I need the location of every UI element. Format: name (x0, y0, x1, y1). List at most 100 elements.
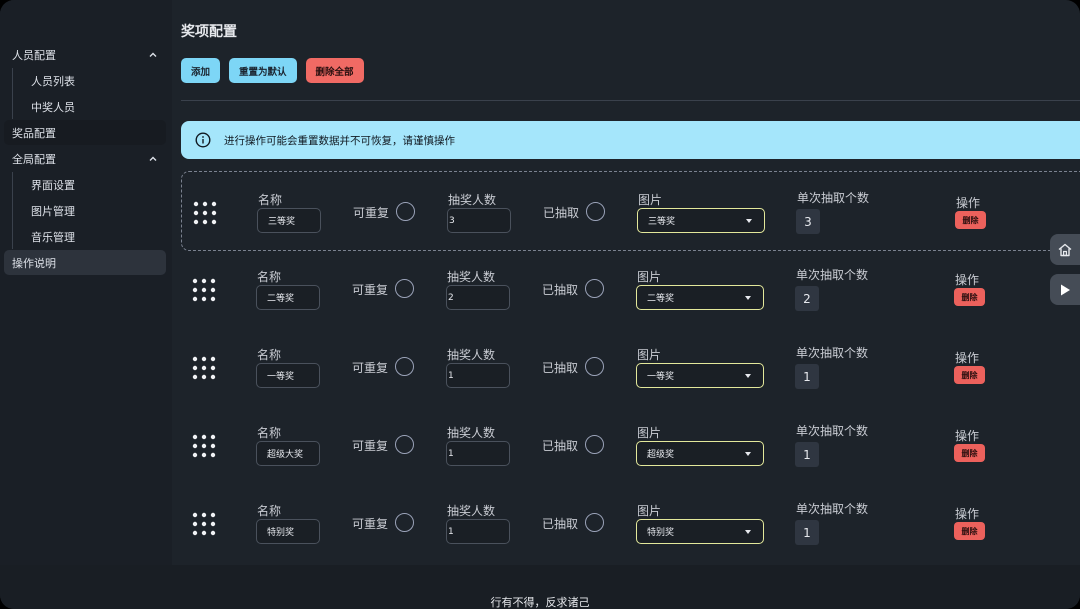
image-select-value: 三等奖 (648, 217, 676, 227)
caret-down-icon (745, 296, 751, 300)
drawn-radio[interactable] (585, 513, 604, 532)
image-select[interactable]: 三等奖 (637, 208, 765, 233)
sidebar-item-winners[interactable]: 中奖人员 (13, 94, 172, 119)
drag-handle-icon[interactable] (191, 433, 217, 459)
actions-label: 操作 (955, 429, 980, 443)
prize-name-input[interactable]: 特别奖 (256, 519, 320, 544)
caret-down-icon (745, 530, 751, 534)
sidebar-group-label: 人员配置 (12, 48, 56, 62)
delete-button[interactable]: 删除 (955, 211, 986, 229)
home-button[interactable] (1050, 234, 1080, 265)
drag-handle-icon[interactable] (191, 355, 217, 381)
per-draw-value: 2 (795, 286, 819, 311)
image-select[interactable]: 超级奖 (636, 441, 764, 466)
sidebar-group-personnel[interactable]: 人员配置 (4, 42, 166, 67)
sidebar-group-label: 全局配置 (12, 152, 56, 166)
per-draw-label: 单次抽取个数 (797, 191, 870, 205)
image-select[interactable]: 一等奖 (636, 363, 764, 388)
prize-name-input[interactable]: 三等奖 (257, 208, 321, 233)
repeatable-radio[interactable] (396, 202, 415, 221)
alert-text: 进行操作可能会重置数据并不可恢复，请谨慎操作 (224, 134, 455, 147)
draw-count-label: 抽奖人数 (447, 504, 496, 518)
name-label: 名称 (257, 426, 282, 440)
per-draw-label: 单次抽取个数 (796, 424, 869, 438)
per-draw-value: 3 (796, 209, 820, 234)
repeatable-radio[interactable] (395, 279, 414, 298)
app-window: 人员配置 人员列表 中奖人员 奖品配置 全局配置 界面设置 图片管理 音乐管理 … (0, 0, 1080, 609)
draw-count-label: 抽奖人数 (447, 426, 496, 440)
delete-button[interactable]: 删除 (954, 366, 985, 384)
page-title: 奖项配置 (181, 24, 237, 40)
drawn-radio[interactable] (586, 202, 605, 221)
prize-list: 名称 三等奖 可重复 抽奖人数 3 已抽取 图片 三等奖 单次抽取个数 3 操作… (181, 171, 1080, 561)
sidebar-item-music-management[interactable]: 音乐管理 (13, 224, 172, 249)
draw-count-input[interactable]: 1 (446, 519, 510, 544)
draw-count-input[interactable]: 1 (446, 441, 510, 466)
home-icon (1058, 243, 1072, 256)
sidebar-item-ui-settings[interactable]: 界面设置 (13, 172, 172, 197)
image-select-value: 一等奖 (647, 372, 675, 382)
chevron-up-icon (149, 52, 157, 57)
image-select-value: 超级奖 (647, 450, 675, 460)
repeatable-label: 可重复 (352, 283, 389, 297)
draw-count-input[interactable]: 2 (446, 285, 510, 310)
drag-handle-icon[interactable] (191, 277, 217, 303)
per-draw-label: 单次抽取个数 (796, 346, 869, 360)
prize-name-input[interactable]: 超级大奖 (256, 441, 320, 466)
draw-count-label: 抽奖人数 (448, 193, 497, 207)
delete-button[interactable]: 删除 (954, 288, 985, 306)
sidebar-item-person-list[interactable]: 人员列表 (13, 68, 172, 93)
name-label: 名称 (257, 504, 282, 518)
drawn-label: 已抽取 (542, 439, 579, 453)
drawn-radio[interactable] (585, 279, 604, 298)
image-label: 图片 (637, 504, 662, 518)
delete-all-button[interactable]: 删除全部 (305, 58, 364, 83)
prize-name-input[interactable]: 二等奖 (256, 285, 320, 310)
prize-row: 名称 二等奖 可重复 抽奖人数 2 已抽取 图片 二等奖 单次抽取个数 2 操作… (181, 249, 1080, 329)
prize-row: 名称 超级大奖 可重复 抽奖人数 1 已抽取 图片 超级奖 单次抽取个数 1 操… (181, 405, 1080, 485)
drawn-label: 已抽取 (543, 206, 580, 220)
repeatable-radio[interactable] (395, 435, 414, 454)
sidebar-item-image-management[interactable]: 图片管理 (13, 198, 172, 223)
image-select[interactable]: 二等奖 (636, 285, 764, 310)
play-button[interactable] (1050, 274, 1080, 305)
delete-button[interactable]: 删除 (954, 444, 985, 462)
name-label: 名称 (257, 270, 282, 284)
image-select-value: 特别奖 (647, 528, 675, 538)
repeatable-radio[interactable] (395, 357, 414, 376)
drag-handle-icon[interactable] (191, 511, 217, 537)
sidebar-item-prize-config[interactable]: 奖品配置 (4, 120, 166, 145)
prize-row: 名称 三等奖 可重复 抽奖人数 3 已抽取 图片 三等奖 单次抽取个数 3 操作… (181, 171, 1080, 251)
per-draw-value: 1 (795, 442, 819, 467)
image-select[interactable]: 特别奖 (636, 519, 764, 544)
repeatable-label: 可重复 (352, 361, 389, 375)
name-label: 名称 (258, 193, 283, 207)
prize-name-input[interactable]: 一等奖 (256, 363, 320, 388)
drag-handle-icon[interactable] (192, 200, 218, 226)
reset-default-button[interactable]: 重置为默认 (229, 58, 297, 83)
repeatable-label: 可重复 (352, 517, 389, 531)
draw-count-input[interactable]: 3 (447, 208, 511, 233)
sidebar: 人员配置 人员列表 中奖人员 奖品配置 全局配置 界面设置 图片管理 音乐管理 … (0, 0, 172, 565)
divider (181, 100, 1080, 101)
prize-row: 名称 特别奖 可重复 抽奖人数 1 已抽取 图片 特别奖 单次抽取个数 1 操作… (181, 483, 1080, 563)
draw-count-input[interactable]: 1 (446, 363, 510, 388)
per-draw-value: 1 (795, 364, 819, 389)
draw-count-label: 抽奖人数 (447, 270, 496, 284)
footer: 行有不得，反求诸己 (0, 565, 1080, 609)
toolbar: 添加 重置为默认 删除全部 (181, 58, 364, 83)
chevron-up-icon (149, 156, 157, 161)
drawn-radio[interactable] (585, 435, 604, 454)
delete-button[interactable]: 删除 (954, 522, 985, 540)
drawn-label: 已抽取 (542, 517, 579, 531)
sidebar-group-global[interactable]: 全局配置 (4, 146, 166, 171)
sidebar-item-instructions[interactable]: 操作说明 (4, 250, 166, 275)
add-button[interactable]: 添加 (181, 58, 221, 83)
repeatable-label: 可重复 (353, 206, 390, 220)
image-label: 图片 (637, 426, 662, 440)
draw-count-label: 抽奖人数 (447, 348, 496, 362)
drawn-radio[interactable] (585, 357, 604, 376)
info-icon (195, 132, 211, 148)
image-label: 图片 (637, 348, 662, 362)
repeatable-radio[interactable] (395, 513, 414, 532)
